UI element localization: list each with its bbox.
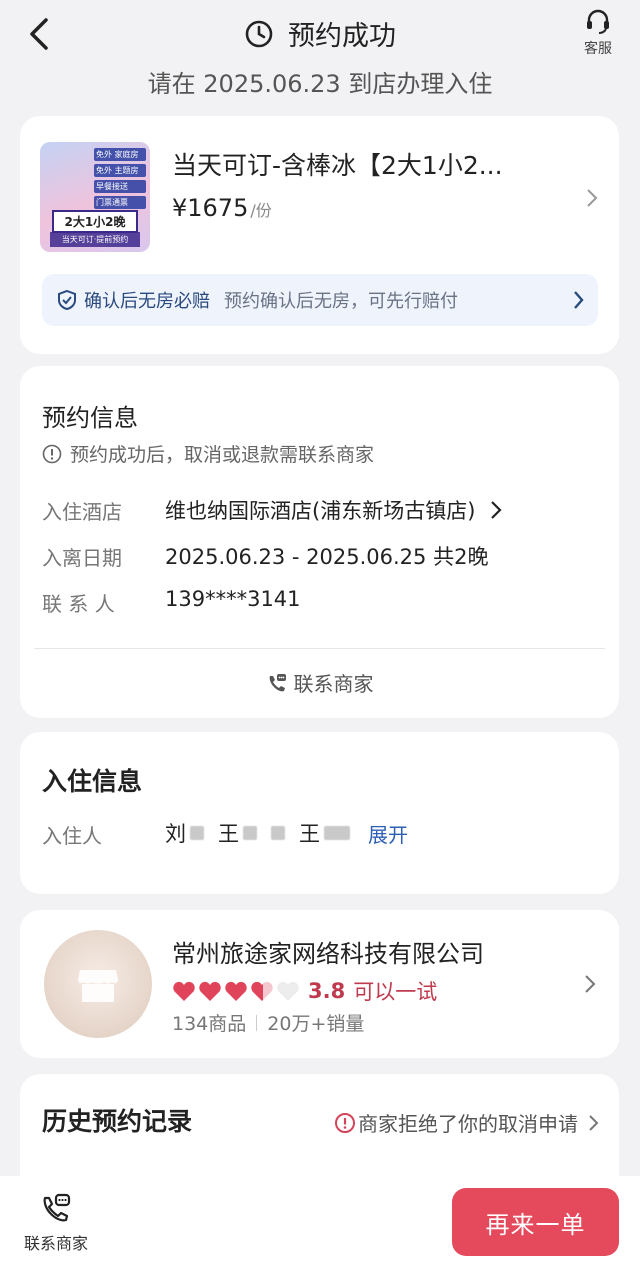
masked-text xyxy=(271,826,285,840)
masked-text xyxy=(243,826,257,840)
history-note[interactable]: 商家拒绝了你的取消申请 xyxy=(334,1108,599,1137)
guest-list: 刘 王 王 展开 xyxy=(165,818,408,848)
phone-chat-icon xyxy=(43,1193,71,1222)
chevron-right-icon xyxy=(491,501,502,519)
contact-merchant-link[interactable]: 联系商家 xyxy=(20,668,619,697)
guarantee-title: 确认后无房必赔 xyxy=(84,291,210,312)
contact-person-label: 联 系 人 xyxy=(42,592,115,616)
hotel-value[interactable]: 维也纳国际酒店(浦东新场古镇店) xyxy=(165,495,502,525)
price-unit: /份 xyxy=(250,201,272,220)
guarantee-banner[interactable]: 确认后无房必赔 预约确认后无房，可先行赔付 xyxy=(42,274,598,326)
info-circle-icon xyxy=(42,444,62,463)
headset-icon xyxy=(587,9,609,34)
shield-check-icon xyxy=(58,289,76,311)
history-title: 历史预约记录 xyxy=(42,1107,193,1136)
phone-chat-icon xyxy=(269,673,286,691)
merchant-avatar xyxy=(44,930,152,1038)
sales-count: 20万+销量 xyxy=(267,1013,365,1035)
history-card[interactable]: 历史预约记录 商家拒绝了你的取消申请 xyxy=(20,1074,619,1178)
warning-circle-icon xyxy=(335,1112,355,1133)
hotel-label: 入住酒店 xyxy=(42,500,122,524)
cancel-note: 预约成功后，取消或退款需联系商家 xyxy=(42,440,374,467)
bottom-contact-label: 联系商家 xyxy=(23,1234,88,1253)
rating-text: 可以一试 xyxy=(353,980,438,1004)
history-note-text: 商家拒绝了你的取消申请 xyxy=(358,1112,578,1136)
service-label: 客服 xyxy=(584,41,612,57)
booking-info-title: 预约信息 xyxy=(42,404,138,432)
price-value: ¥1675 xyxy=(172,194,249,222)
merchant-rating: 3.8 可以一试 xyxy=(172,976,437,1006)
thumbnail-badge-sub: 当天可订·提前预约 xyxy=(50,232,140,247)
expand-guests-link[interactable]: 展开 xyxy=(368,819,408,848)
merchant-name: 常州旅途家网络科技有限公司 xyxy=(172,940,484,968)
rebuy-button[interactable]: 再来一单 xyxy=(452,1188,619,1256)
contact-person-value: 139****3141 xyxy=(165,587,301,611)
chevron-right-icon xyxy=(589,1114,599,1131)
heart-empty-icon xyxy=(277,981,299,1001)
product-thumbnail: 免外 家庭房 免外 主题房 早餐接送 门票通票 2大1小2晚 当天可订·提前预约 xyxy=(40,142,150,252)
guest-name: 刘 xyxy=(165,822,186,846)
page-title: 预约成功 xyxy=(288,21,396,52)
chevron-right-icon xyxy=(574,291,584,309)
heart-filled-icon xyxy=(173,981,195,1001)
booking-info-card: 预约信息 预约成功后，取消或退款需联系商家 入住酒店 维也纳国际酒店(浦东新场古… xyxy=(20,366,619,718)
product-name: 当天可订-含棒冰【2大1小2... xyxy=(172,151,503,180)
chevron-right-icon xyxy=(585,975,596,993)
merchant-stats: 134商品 20万+销量 xyxy=(172,1009,364,1036)
shop-icon xyxy=(78,970,118,1002)
bottom-action-bar: 联系商家 再来一单 xyxy=(0,1176,640,1274)
masked-text xyxy=(324,826,350,840)
guest-name: 王 xyxy=(299,822,320,846)
thumbnail-tag: 免外 家庭房 xyxy=(94,148,146,161)
heart-filled-icon xyxy=(225,981,247,1001)
product-card[interactable]: 免外 家庭房 免外 主题房 早餐接送 门票通票 2大1小2晚 当天可订·提前预约… xyxy=(20,116,619,354)
checkin-reminder: 请在 2025.06.23 到店办理入住 xyxy=(147,70,493,98)
thumbnail-badge: 2大1小2晚 xyxy=(52,210,138,233)
clock-icon xyxy=(245,20,273,47)
divider xyxy=(34,648,605,649)
thumbnail-tags: 免外 家庭房 免外 主题房 早餐接送 门票通票 xyxy=(94,148,146,209)
thumbnail-tag: 免外 主题房 xyxy=(94,164,146,177)
guest-name: 王 xyxy=(218,822,239,846)
chevron-right-icon xyxy=(587,189,598,207)
customer-service-button[interactable]: 客服 xyxy=(578,6,618,58)
checkin-info-card: 入住信息 入住人 刘 王 王 展开 xyxy=(20,732,619,894)
dates-value: 2025.06.23 - 2025.06.25 共2晚 xyxy=(165,545,489,569)
merchant-card[interactable]: 常州旅途家网络科技有限公司 3.8 可以一试 134商品 20万+销量 xyxy=(20,910,619,1058)
cancel-note-text: 预约成功后，取消或退款需联系商家 xyxy=(70,444,375,466)
heart-filled-icon xyxy=(199,981,221,1001)
header: 预约成功 客服 请在 2025.06.23 到店办理入住 xyxy=(0,0,640,110)
divider xyxy=(256,1014,258,1031)
product-price: ¥1675/份 xyxy=(172,194,272,222)
bottom-contact-merchant-button[interactable]: 联系商家 xyxy=(20,1192,92,1254)
checkin-info-title: 入住信息 xyxy=(42,767,143,796)
rating-score: 3.8 xyxy=(308,979,346,1003)
heart-half-icon xyxy=(251,981,273,1001)
contact-merchant-label: 联系商家 xyxy=(293,672,374,696)
guarantee-desc: 预约确认后无房，可先行赔付 xyxy=(224,291,458,312)
thumbnail-tag: 早餐接送 xyxy=(94,180,146,193)
title-group: 预约成功 xyxy=(0,14,640,53)
guest-label: 入住人 xyxy=(42,824,102,848)
masked-text xyxy=(190,826,204,840)
thumbnail-tag: 门票通票 xyxy=(94,196,146,209)
hotel-name: 维也纳国际酒店(浦东新场古镇店) xyxy=(165,499,476,523)
product-count: 134商品 xyxy=(172,1013,247,1035)
dates-label: 入离日期 xyxy=(42,546,122,570)
